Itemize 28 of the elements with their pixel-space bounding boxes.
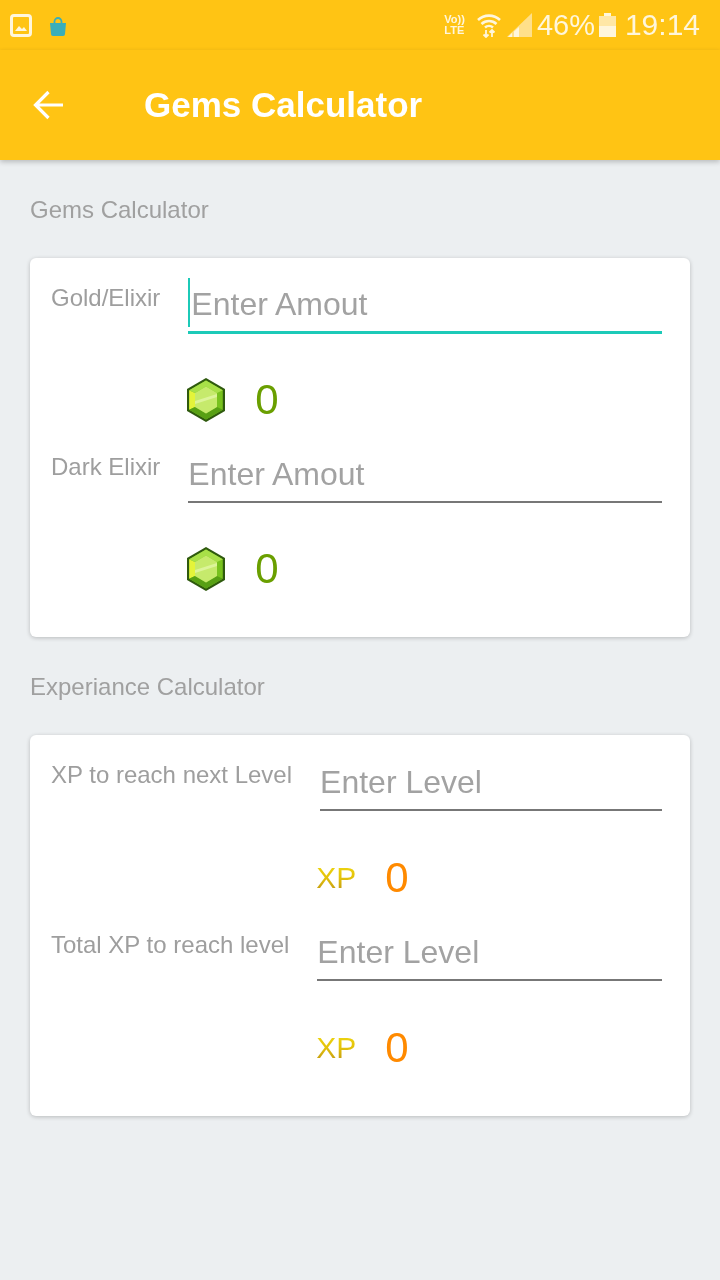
result-value: 0 [385,1025,409,1071]
text-cursor-icon [188,278,191,327]
result-value: 0 [255,546,279,592]
gem-icon [186,546,227,592]
result-value: 0 [385,855,409,901]
section-title: Gems Calculator [30,195,210,225]
wifi-icon [476,12,501,38]
result-value: 0 [255,377,279,423]
input-field[interactable]: Enter Level [320,755,662,811]
back-arrow-icon[interactable] [33,90,64,120]
section-title: Experiance Calculator [30,672,266,702]
field-label: Total XP to reach level [51,930,290,960]
input-field[interactable]: Enter Amout [188,447,662,503]
shopping-bag-icon [49,16,67,36]
lte-label: LTE [444,25,465,36]
signal-icon [506,13,532,37]
input-field[interactable]: Enter Amout [188,278,662,334]
field-label: Dark Elixir [51,452,161,482]
clock-time: 19:14 [624,9,700,41]
gallery-icon [10,13,32,37]
volte-label: Vo)) [444,14,465,25]
battery-percent: 46% [536,9,595,41]
field-label: XP to reach next Level [51,760,293,790]
field-label: Gold/Elixir [51,283,161,313]
input-field[interactable]: Enter Level [317,925,662,981]
battery-icon [598,13,616,37]
app-title: Gems Calculator [144,85,423,125]
gem-icon [186,377,227,423]
